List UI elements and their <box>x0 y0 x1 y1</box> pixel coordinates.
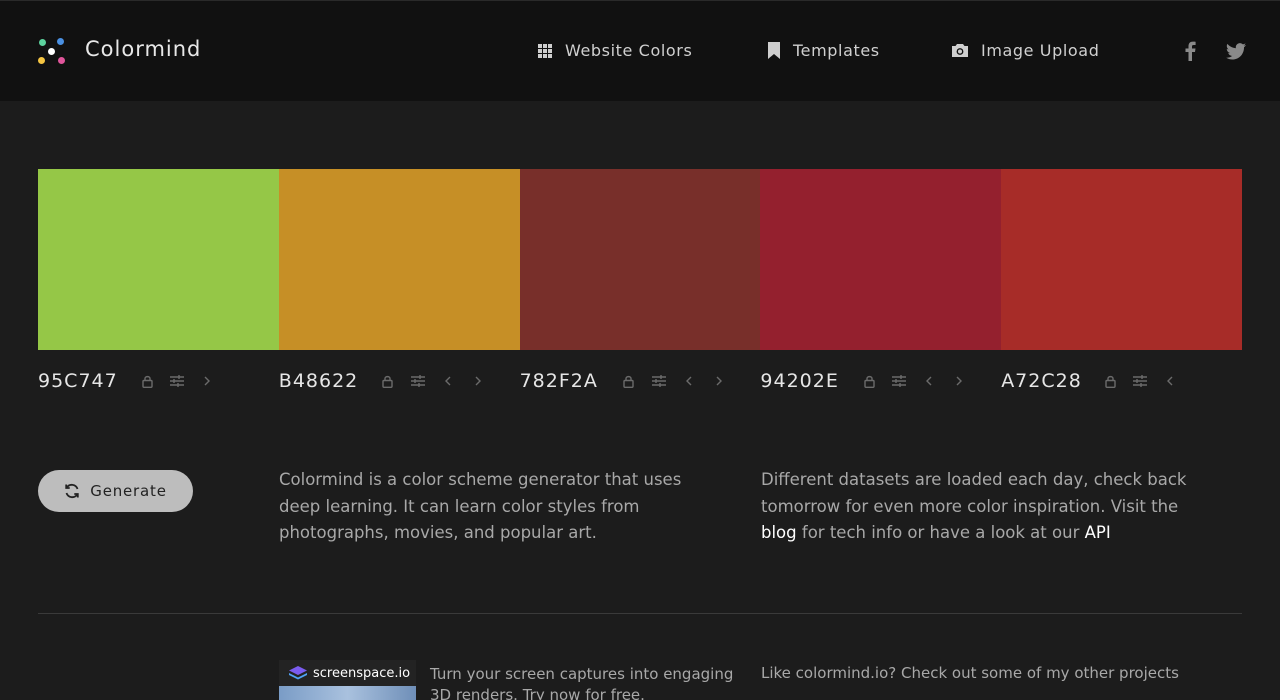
nav-image-upload[interactable]: Image Upload <box>951 41 1099 60</box>
refresh-icon <box>65 483 79 499</box>
nav-website-colors-label: Website Colors <box>565 41 693 60</box>
api-link[interactable]: API <box>1085 523 1111 542</box>
lock-icon[interactable] <box>614 371 644 391</box>
promo-text[interactable]: Turn your screen captures into engaging … <box>430 664 740 700</box>
swatch-controls-3: 782F2A <box>520 366 761 396</box>
chevron-left-icon[interactable] <box>1155 371 1185 391</box>
chevron-right-icon[interactable] <box>192 371 222 391</box>
lock-icon[interactable] <box>1095 371 1125 391</box>
datasets-text-middle: for tech info or have a look at our <box>796 523 1085 542</box>
swatch-controls-2: B48622 <box>279 366 520 396</box>
nav-templates[interactable]: Templates <box>767 41 880 60</box>
chevron-left-icon[interactable] <box>433 371 463 391</box>
twitter-icon[interactable] <box>1226 43 1246 64</box>
chevron-left-icon[interactable] <box>674 371 704 391</box>
datasets-text: Different datasets are loaded each day, … <box>761 467 1201 547</box>
hex-code[interactable]: B48622 <box>279 370 373 392</box>
color-swatch-2[interactable] <box>278 169 520 350</box>
layers-icon <box>289 666 307 680</box>
screenspace-ad-image[interactable]: screenspace.io <box>279 660 416 700</box>
color-palette <box>38 169 1242 350</box>
colormind-logo-icon[interactable] <box>37 37 67 67</box>
chevron-left-icon[interactable] <box>914 371 944 391</box>
generate-button[interactable]: Generate <box>38 470 193 512</box>
nav-website-colors[interactable]: Website Colors <box>537 41 692 60</box>
nav-image-upload-label: Image Upload <box>981 41 1100 60</box>
blog-link[interactable]: blog <box>761 523 797 542</box>
hex-code[interactable]: A72C28 <box>1001 370 1095 392</box>
camera-icon <box>952 44 968 57</box>
sliders-icon[interactable] <box>403 371 433 391</box>
bookmark-icon <box>768 42 780 59</box>
chevron-right-icon[interactable] <box>463 371 493 391</box>
lock-icon[interactable] <box>854 371 884 391</box>
screenspace-logo: screenspace.io <box>279 660 416 686</box>
swatch-controls-1: 95C747 <box>38 366 279 396</box>
nav-templates-label: Templates <box>793 41 880 60</box>
ad-photo <box>279 686 416 700</box>
chevron-right-icon[interactable] <box>704 371 734 391</box>
facebook-icon[interactable] <box>1185 41 1196 65</box>
sliders-icon[interactable] <box>162 371 192 391</box>
lock-icon[interactable] <box>132 371 162 391</box>
sliders-icon[interactable] <box>884 371 914 391</box>
hex-code[interactable]: 782F2A <box>520 370 614 392</box>
swatch-controls-4: 94202E <box>760 366 1001 396</box>
sliders-icon[interactable] <box>1125 371 1155 391</box>
color-swatch-3[interactable] <box>519 169 761 350</box>
divider <box>38 613 1242 614</box>
generate-label: Generate <box>90 482 167 500</box>
palette-controls: 95C747 B48622 782F2A 94202E A72C28 <box>38 366 1242 396</box>
hex-code[interactable]: 94202E <box>760 370 854 392</box>
color-swatch-4[interactable] <box>760 169 1002 350</box>
color-swatch-5[interactable] <box>1001 169 1242 350</box>
lock-icon[interactable] <box>373 371 403 391</box>
other-projects-text: Like colormind.io? Check out some of my … <box>761 664 1179 682</box>
sliders-icon[interactable] <box>644 371 674 391</box>
screenspace-logo-text: screenspace.io <box>313 665 411 681</box>
hex-code[interactable]: 95C747 <box>38 370 132 392</box>
top-header: Colormind Website Colors Templates Image… <box>0 0 1280 101</box>
datasets-text-start: Different datasets are loaded each day, … <box>761 470 1187 516</box>
grid-icon <box>538 43 552 58</box>
brand-name[interactable]: Colormind <box>85 37 201 61</box>
chevron-right-icon[interactable] <box>944 371 974 391</box>
swatch-controls-5: A72C28 <box>1001 366 1242 396</box>
intro-text: Colormind is a color scheme generator th… <box>279 470 682 542</box>
color-swatch-1[interactable] <box>38 169 279 350</box>
